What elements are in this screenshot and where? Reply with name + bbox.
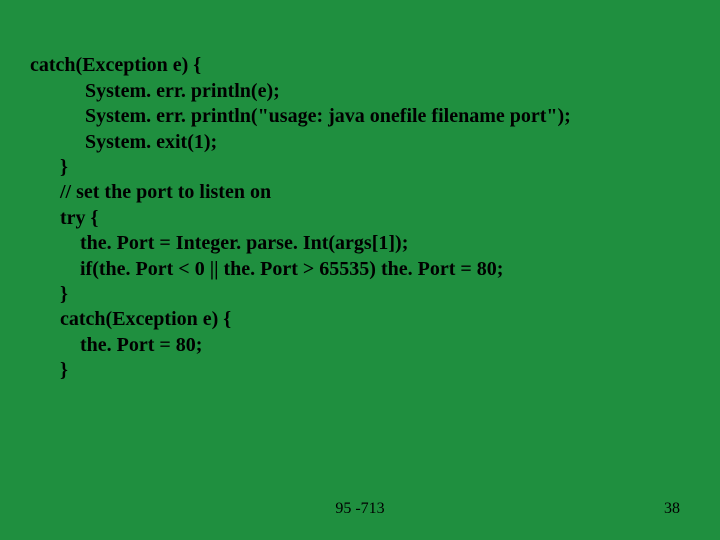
code-line: } — [30, 283, 68, 305]
code-line: if(the. Port < 0 || the. Port > 65535) t… — [30, 258, 503, 280]
code-line: System. err. println("usage: java onefil… — [30, 105, 571, 127]
code-line: try { — [30, 207, 98, 229]
footer-course-number: 95 -713 — [0, 500, 720, 518]
code-line: the. Port = 80; — [30, 334, 202, 356]
code-line: System. exit(1); — [30, 131, 217, 153]
footer-page-number: 38 — [664, 500, 680, 518]
code-line: } — [30, 359, 68, 381]
code-line: the. Port = Integer. parse. Int(args[1])… — [30, 232, 408, 254]
code-line: System. err. println(e); — [30, 80, 280, 102]
code-line: // set the port to listen on — [30, 181, 271, 203]
code-block: catch(Exception e) { System. err. printl… — [30, 28, 690, 409]
code-line: catch(Exception e) { — [30, 54, 201, 76]
code-line: } — [30, 156, 68, 178]
slide: catch(Exception e) { System. err. printl… — [0, 0, 720, 540]
code-line: catch(Exception e) { — [30, 308, 231, 330]
